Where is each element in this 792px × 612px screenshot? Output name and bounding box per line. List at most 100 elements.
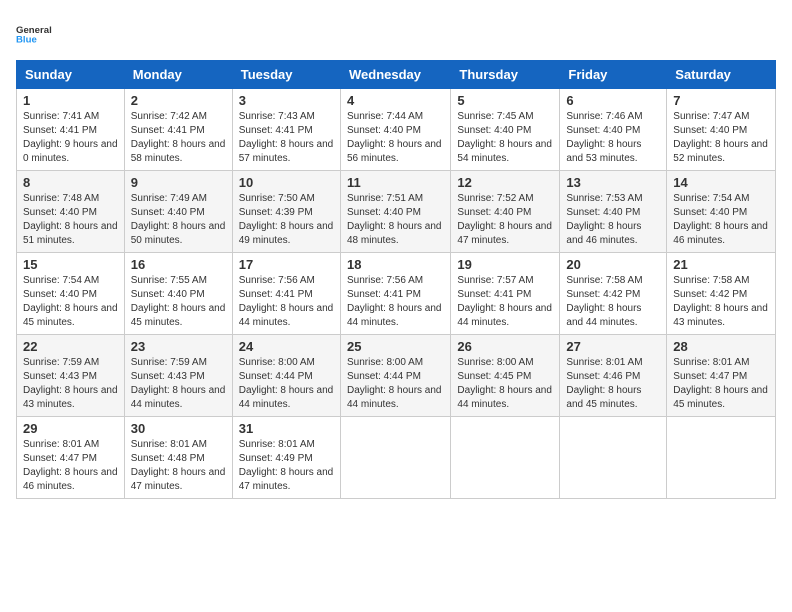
day-info: Sunrise: 7:48 AM Sunset: 4:40 PM Dayligh…	[23, 192, 118, 248]
day-info: Sunrise: 7:59 AM Sunset: 4:43 PM Dayligh…	[131, 356, 226, 412]
calendar-cell	[560, 417, 667, 499]
col-header-saturday: Saturday	[667, 61, 776, 89]
day-number: 10	[239, 175, 334, 190]
day-info: Sunrise: 7:54 AM Sunset: 4:40 PM Dayligh…	[673, 192, 769, 248]
day-number: 29	[23, 421, 118, 436]
day-number: 5	[457, 93, 553, 108]
calendar-cell: 22 Sunrise: 7:59 AM Sunset: 4:43 PM Dayl…	[17, 335, 125, 417]
calendar-cell: 17 Sunrise: 7:56 AM Sunset: 4:41 PM Dayl…	[232, 253, 340, 335]
day-number: 30	[131, 421, 226, 436]
calendar-cell: 28 Sunrise: 8:01 AM Sunset: 4:47 PM Dayl…	[667, 335, 776, 417]
day-info: Sunrise: 7:45 AM Sunset: 4:40 PM Dayligh…	[457, 110, 553, 166]
day-number: 13	[566, 175, 660, 190]
calendar-cell: 16 Sunrise: 7:55 AM Sunset: 4:40 PM Dayl…	[124, 253, 232, 335]
day-number: 24	[239, 339, 334, 354]
calendar-cell: 10 Sunrise: 7:50 AM Sunset: 4:39 PM Dayl…	[232, 171, 340, 253]
day-number: 15	[23, 257, 118, 272]
day-number: 21	[673, 257, 769, 272]
page-header: General Blue	[16, 16, 776, 52]
day-number: 6	[566, 93, 660, 108]
day-number: 27	[566, 339, 660, 354]
day-number: 20	[566, 257, 660, 272]
calendar-cell: 29 Sunrise: 8:01 AM Sunset: 4:47 PM Dayl…	[17, 417, 125, 499]
calendar-week-2: 8 Sunrise: 7:48 AM Sunset: 4:40 PM Dayli…	[17, 171, 776, 253]
day-info: Sunrise: 8:00 AM Sunset: 4:45 PM Dayligh…	[457, 356, 553, 412]
day-number: 11	[347, 175, 444, 190]
day-info: Sunrise: 7:53 AM Sunset: 4:40 PM Dayligh…	[566, 192, 660, 248]
calendar-cell: 12 Sunrise: 7:52 AM Sunset: 4:40 PM Dayl…	[451, 171, 560, 253]
col-header-monday: Monday	[124, 61, 232, 89]
day-number: 4	[347, 93, 444, 108]
day-number: 8	[23, 175, 118, 190]
calendar-week-5: 29 Sunrise: 8:01 AM Sunset: 4:47 PM Dayl…	[17, 417, 776, 499]
calendar-cell: 23 Sunrise: 7:59 AM Sunset: 4:43 PM Dayl…	[124, 335, 232, 417]
calendar-cell: 4 Sunrise: 7:44 AM Sunset: 4:40 PM Dayli…	[340, 89, 450, 171]
logo-icon: General Blue	[16, 16, 52, 52]
calendar-cell: 19 Sunrise: 7:57 AM Sunset: 4:41 PM Dayl…	[451, 253, 560, 335]
day-number: 17	[239, 257, 334, 272]
day-info: Sunrise: 7:41 AM Sunset: 4:41 PM Dayligh…	[23, 110, 118, 166]
day-info: Sunrise: 8:01 AM Sunset: 4:47 PM Dayligh…	[23, 438, 118, 494]
day-number: 22	[23, 339, 118, 354]
day-info: Sunrise: 7:44 AM Sunset: 4:40 PM Dayligh…	[347, 110, 444, 166]
calendar-cell: 9 Sunrise: 7:49 AM Sunset: 4:40 PM Dayli…	[124, 171, 232, 253]
day-number: 16	[131, 257, 226, 272]
day-info: Sunrise: 7:55 AM Sunset: 4:40 PM Dayligh…	[131, 274, 226, 330]
day-info: Sunrise: 7:58 AM Sunset: 4:42 PM Dayligh…	[673, 274, 769, 330]
calendar-cell: 5 Sunrise: 7:45 AM Sunset: 4:40 PM Dayli…	[451, 89, 560, 171]
calendar-table: SundayMondayTuesdayWednesdayThursdayFrid…	[16, 60, 776, 499]
day-number: 28	[673, 339, 769, 354]
calendar-cell: 25 Sunrise: 8:00 AM Sunset: 4:44 PM Dayl…	[340, 335, 450, 417]
day-info: Sunrise: 8:00 AM Sunset: 4:44 PM Dayligh…	[347, 356, 444, 412]
calendar-cell: 1 Sunrise: 7:41 AM Sunset: 4:41 PM Dayli…	[17, 89, 125, 171]
day-number: 31	[239, 421, 334, 436]
day-info: Sunrise: 7:57 AM Sunset: 4:41 PM Dayligh…	[457, 274, 553, 330]
day-info: Sunrise: 7:42 AM Sunset: 4:41 PM Dayligh…	[131, 110, 226, 166]
calendar-cell: 6 Sunrise: 7:46 AM Sunset: 4:40 PM Dayli…	[560, 89, 667, 171]
day-number: 2	[131, 93, 226, 108]
calendar-cell: 30 Sunrise: 8:01 AM Sunset: 4:48 PM Dayl…	[124, 417, 232, 499]
day-number: 7	[673, 93, 769, 108]
calendar-cell: 7 Sunrise: 7:47 AM Sunset: 4:40 PM Dayli…	[667, 89, 776, 171]
calendar-cell: 24 Sunrise: 8:00 AM Sunset: 4:44 PM Dayl…	[232, 335, 340, 417]
logo: General Blue	[16, 16, 52, 52]
calendar-cell: 27 Sunrise: 8:01 AM Sunset: 4:46 PM Dayl…	[560, 335, 667, 417]
day-number: 26	[457, 339, 553, 354]
day-info: Sunrise: 7:43 AM Sunset: 4:41 PM Dayligh…	[239, 110, 334, 166]
day-info: Sunrise: 8:01 AM Sunset: 4:48 PM Dayligh…	[131, 438, 226, 494]
calendar-cell	[667, 417, 776, 499]
calendar-cell: 2 Sunrise: 7:42 AM Sunset: 4:41 PM Dayli…	[124, 89, 232, 171]
day-info: Sunrise: 8:00 AM Sunset: 4:44 PM Dayligh…	[239, 356, 334, 412]
day-number: 3	[239, 93, 334, 108]
day-number: 18	[347, 257, 444, 272]
day-number: 25	[347, 339, 444, 354]
col-header-thursday: Thursday	[451, 61, 560, 89]
day-number: 23	[131, 339, 226, 354]
calendar-cell: 18 Sunrise: 7:56 AM Sunset: 4:41 PM Dayl…	[340, 253, 450, 335]
day-info: Sunrise: 7:50 AM Sunset: 4:39 PM Dayligh…	[239, 192, 334, 248]
calendar-cell: 13 Sunrise: 7:53 AM Sunset: 4:40 PM Dayl…	[560, 171, 667, 253]
svg-text:Blue: Blue	[16, 34, 37, 45]
day-info: Sunrise: 7:56 AM Sunset: 4:41 PM Dayligh…	[239, 274, 334, 330]
day-info: Sunrise: 8:01 AM Sunset: 4:49 PM Dayligh…	[239, 438, 334, 494]
day-info: Sunrise: 7:51 AM Sunset: 4:40 PM Dayligh…	[347, 192, 444, 248]
calendar-cell: 21 Sunrise: 7:58 AM Sunset: 4:42 PM Dayl…	[667, 253, 776, 335]
calendar-week-1: 1 Sunrise: 7:41 AM Sunset: 4:41 PM Dayli…	[17, 89, 776, 171]
day-info: Sunrise: 7:58 AM Sunset: 4:42 PM Dayligh…	[566, 274, 660, 330]
day-number: 19	[457, 257, 553, 272]
day-number: 14	[673, 175, 769, 190]
calendar-cell: 15 Sunrise: 7:54 AM Sunset: 4:40 PM Dayl…	[17, 253, 125, 335]
day-info: Sunrise: 8:01 AM Sunset: 4:46 PM Dayligh…	[566, 356, 660, 412]
day-info: Sunrise: 7:59 AM Sunset: 4:43 PM Dayligh…	[23, 356, 118, 412]
calendar-cell: 3 Sunrise: 7:43 AM Sunset: 4:41 PM Dayli…	[232, 89, 340, 171]
day-info: Sunrise: 7:54 AM Sunset: 4:40 PM Dayligh…	[23, 274, 118, 330]
calendar-week-3: 15 Sunrise: 7:54 AM Sunset: 4:40 PM Dayl…	[17, 253, 776, 335]
calendar-cell: 26 Sunrise: 8:00 AM Sunset: 4:45 PM Dayl…	[451, 335, 560, 417]
col-header-sunday: Sunday	[17, 61, 125, 89]
calendar-cell	[340, 417, 450, 499]
day-info: Sunrise: 7:56 AM Sunset: 4:41 PM Dayligh…	[347, 274, 444, 330]
calendar-cell: 20 Sunrise: 7:58 AM Sunset: 4:42 PM Dayl…	[560, 253, 667, 335]
day-number: 1	[23, 93, 118, 108]
col-header-tuesday: Tuesday	[232, 61, 340, 89]
calendar-cell	[451, 417, 560, 499]
